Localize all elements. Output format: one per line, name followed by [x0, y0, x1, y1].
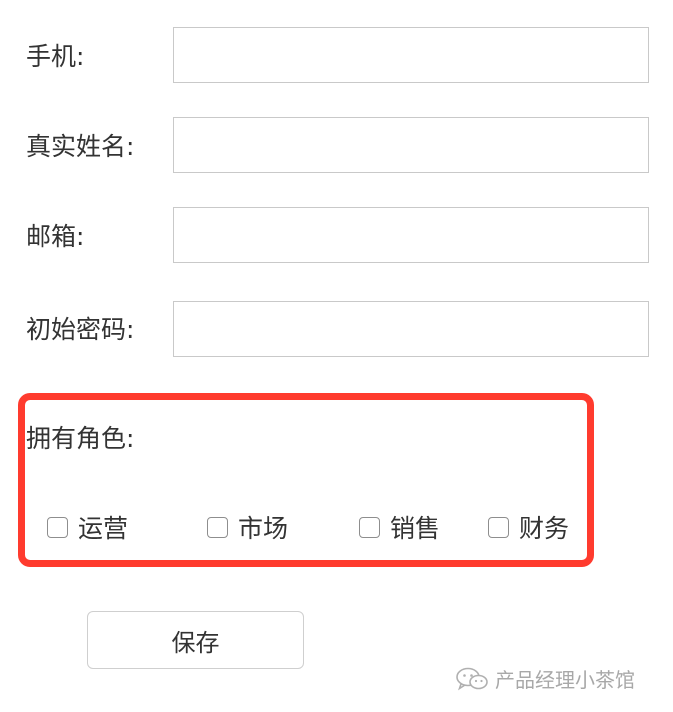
- initial-password-input[interactable]: [174, 302, 648, 356]
- email-field[interactable]: [173, 207, 649, 263]
- role-label-sales: 销售: [390, 514, 441, 543]
- role-checkbox-sales[interactable]: [359, 516, 380, 538]
- phone-field[interactable]: [173, 27, 649, 83]
- role-option-marketing[interactable]: 市场: [207, 511, 288, 543]
- role-label-operations: 运营: [78, 514, 129, 543]
- real-name-field[interactable]: [173, 117, 649, 173]
- initial-password-label: 初始密码:: [26, 315, 135, 344]
- email-label: 邮箱:: [26, 222, 85, 251]
- initial-password-field[interactable]: [173, 301, 649, 357]
- role-checkbox-marketing[interactable]: [207, 516, 228, 538]
- save-button[interactable]: 保存: [87, 611, 304, 669]
- watermark: 产品经理小茶馆: [455, 664, 635, 693]
- email-input[interactable]: [174, 208, 648, 262]
- role-label-marketing: 市场: [238, 514, 289, 543]
- role-checkbox-operations[interactable]: [47, 516, 68, 538]
- roles-label: 拥有角色:: [26, 424, 135, 453]
- real-name-label: 真实姓名:: [26, 132, 135, 161]
- role-option-sales[interactable]: 销售: [359, 511, 440, 543]
- phone-label: 手机:: [26, 42, 85, 71]
- phone-input[interactable]: [174, 28, 648, 82]
- role-option-operations[interactable]: 运营: [47, 511, 128, 543]
- watermark-text: 产品经理小茶馆: [495, 668, 635, 692]
- role-label-finance: 财务: [519, 514, 570, 543]
- real-name-input[interactable]: [174, 118, 648, 172]
- role-option-finance[interactable]: 财务: [488, 511, 569, 543]
- role-checkbox-finance[interactable]: [488, 516, 509, 538]
- save-button-label: 保存: [171, 628, 220, 657]
- wechat-icon: [456, 667, 488, 690]
